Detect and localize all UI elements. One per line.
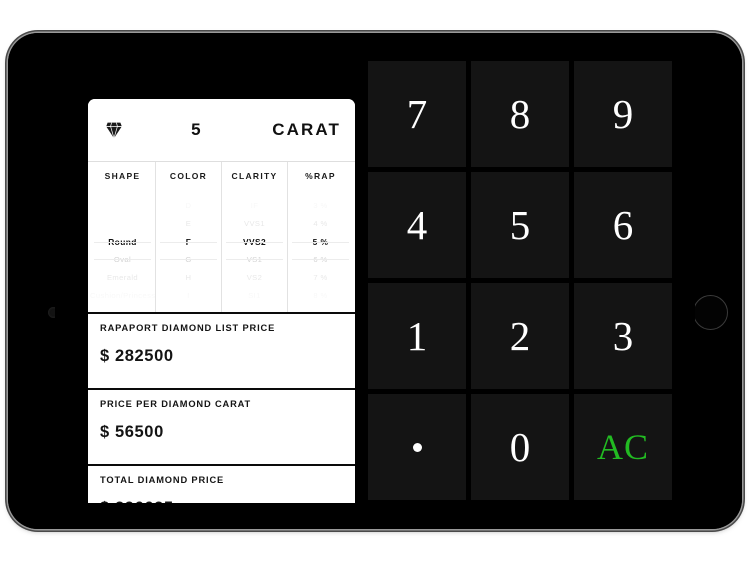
- key-1[interactable]: 1: [368, 283, 466, 389]
- picker-wheel-rap[interactable]: 3 % 4 % 5 % 6 % 7 % 8 %: [288, 189, 353, 312]
- key-decimal-point[interactable]: [368, 394, 466, 500]
- picker-header-color: COLOR: [156, 162, 221, 189]
- picker-option-selected[interactable]: F: [156, 233, 221, 251]
- picker-column-color[interactable]: COLOR D E F G H I: [156, 162, 222, 312]
- carat-value: 5: [191, 120, 202, 139]
- picker-option[interactable]: 3 %: [288, 197, 353, 215]
- result-label: RAPAPORT DIAMOND LIST PRICE: [100, 323, 276, 333]
- picker-option[interactable]: 8 %: [288, 287, 353, 305]
- decimal-point-icon: [412, 442, 422, 452]
- picker-option[interactable]: 4 %: [288, 215, 353, 233]
- picker-wheel-color[interactable]: D E F G H I: [156, 189, 221, 312]
- picker-option[interactable]: H: [156, 269, 221, 287]
- picker-option[interactable]: D: [156, 197, 221, 215]
- key-all-clear[interactable]: AC: [574, 394, 672, 500]
- result-value: $ 56500: [100, 423, 164, 441]
- numeric-keypad: 7 8 9 4 5 6 1 2 3 0 AC: [368, 60, 675, 503]
- picker-column-shape[interactable]: SHAPE Round Oval Emerald Cushion/Princes…: [90, 162, 156, 312]
- result-row-total-price: TOTAL DIAMOND PRICE $ 296625: [88, 464, 355, 503]
- carat-label: CARAT: [272, 120, 341, 139]
- picker-option[interactable]: G: [156, 251, 221, 269]
- tablet-device-frame: 5 CARAT SHAPE Round Oval Emerald Cushion…: [8, 33, 742, 529]
- picker-option[interactable]: Emerald: [90, 269, 155, 287]
- key-2[interactable]: 2: [471, 283, 569, 389]
- key-4[interactable]: 4: [368, 172, 466, 278]
- picker-option[interactable]: VS2: [222, 269, 287, 287]
- results-section: RAPAPORT DIAMOND LIST PRICE $ 282500 PRI…: [88, 312, 355, 503]
- picker-option[interactable]: [90, 215, 155, 233]
- picker-option-selected[interactable]: VVS2: [222, 233, 287, 251]
- calculator-panel: 5 CARAT SHAPE Round Oval Emerald Cushion…: [88, 99, 355, 503]
- key-9[interactable]: 9: [574, 61, 672, 167]
- result-row-rapaport-list-price: RAPAPORT DIAMOND LIST PRICE $ 282500: [88, 312, 355, 388]
- picker-column-clarity[interactable]: CLARITY IF VVS1 VVS2 VS1 VS2 SI1: [222, 162, 288, 312]
- key-5[interactable]: 5: [471, 172, 569, 278]
- picker-option[interactable]: IF: [222, 197, 287, 215]
- result-label: TOTAL DIAMOND PRICE: [100, 475, 225, 485]
- app-screen: 5 CARAT SHAPE Round Oval Emerald Cushion…: [55, 59, 695, 503]
- picker-wheel-shape[interactable]: Round Oval Emerald Cushion/Princess: [90, 189, 155, 312]
- picker-option[interactable]: SI1: [222, 287, 287, 305]
- picker-option-selected[interactable]: Round: [90, 233, 155, 251]
- picker-option[interactable]: Cushion/Princess: [90, 287, 155, 305]
- key-7[interactable]: 7: [368, 61, 466, 167]
- picker-column-rap[interactable]: %RAP 3 % 4 % 5 % 6 % 7 % 8 %: [288, 162, 353, 312]
- picker-option[interactable]: E: [156, 215, 221, 233]
- picker-option[interactable]: 7 %: [288, 269, 353, 287]
- picker-option[interactable]: [90, 197, 155, 215]
- picker-option[interactable]: 6 %: [288, 251, 353, 269]
- key-6[interactable]: 6: [574, 172, 672, 278]
- attribute-picker: SHAPE Round Oval Emerald Cushion/Princes…: [88, 161, 355, 312]
- picker-option[interactable]: I: [156, 287, 221, 305]
- picker-header-rap: %RAP: [288, 162, 353, 189]
- result-row-price-per-carat: PRICE PER DIAMOND CARAT $ 56500: [88, 388, 355, 464]
- result-value: $ 282500: [100, 347, 174, 365]
- result-value: $ 296625: [100, 499, 343, 503]
- picker-header-clarity: CLARITY: [222, 162, 287, 189]
- picker-option[interactable]: VS1: [222, 251, 287, 269]
- picker-option-selected[interactable]: 5 %: [288, 233, 353, 251]
- picker-option[interactable]: Oval: [90, 251, 155, 269]
- picker-wheel-clarity[interactable]: IF VVS1 VVS2 VS1 VS2 SI1: [222, 189, 287, 312]
- card-header: 5 CARAT: [88, 99, 355, 161]
- picker-option[interactable]: VVS1: [222, 215, 287, 233]
- key-3[interactable]: 3: [574, 283, 672, 389]
- key-8[interactable]: 8: [471, 61, 569, 167]
- picker-header-shape: SHAPE: [90, 162, 155, 189]
- home-button[interactable]: [693, 295, 728, 330]
- key-0[interactable]: 0: [471, 394, 569, 500]
- result-label: PRICE PER DIAMOND CARAT: [100, 399, 252, 409]
